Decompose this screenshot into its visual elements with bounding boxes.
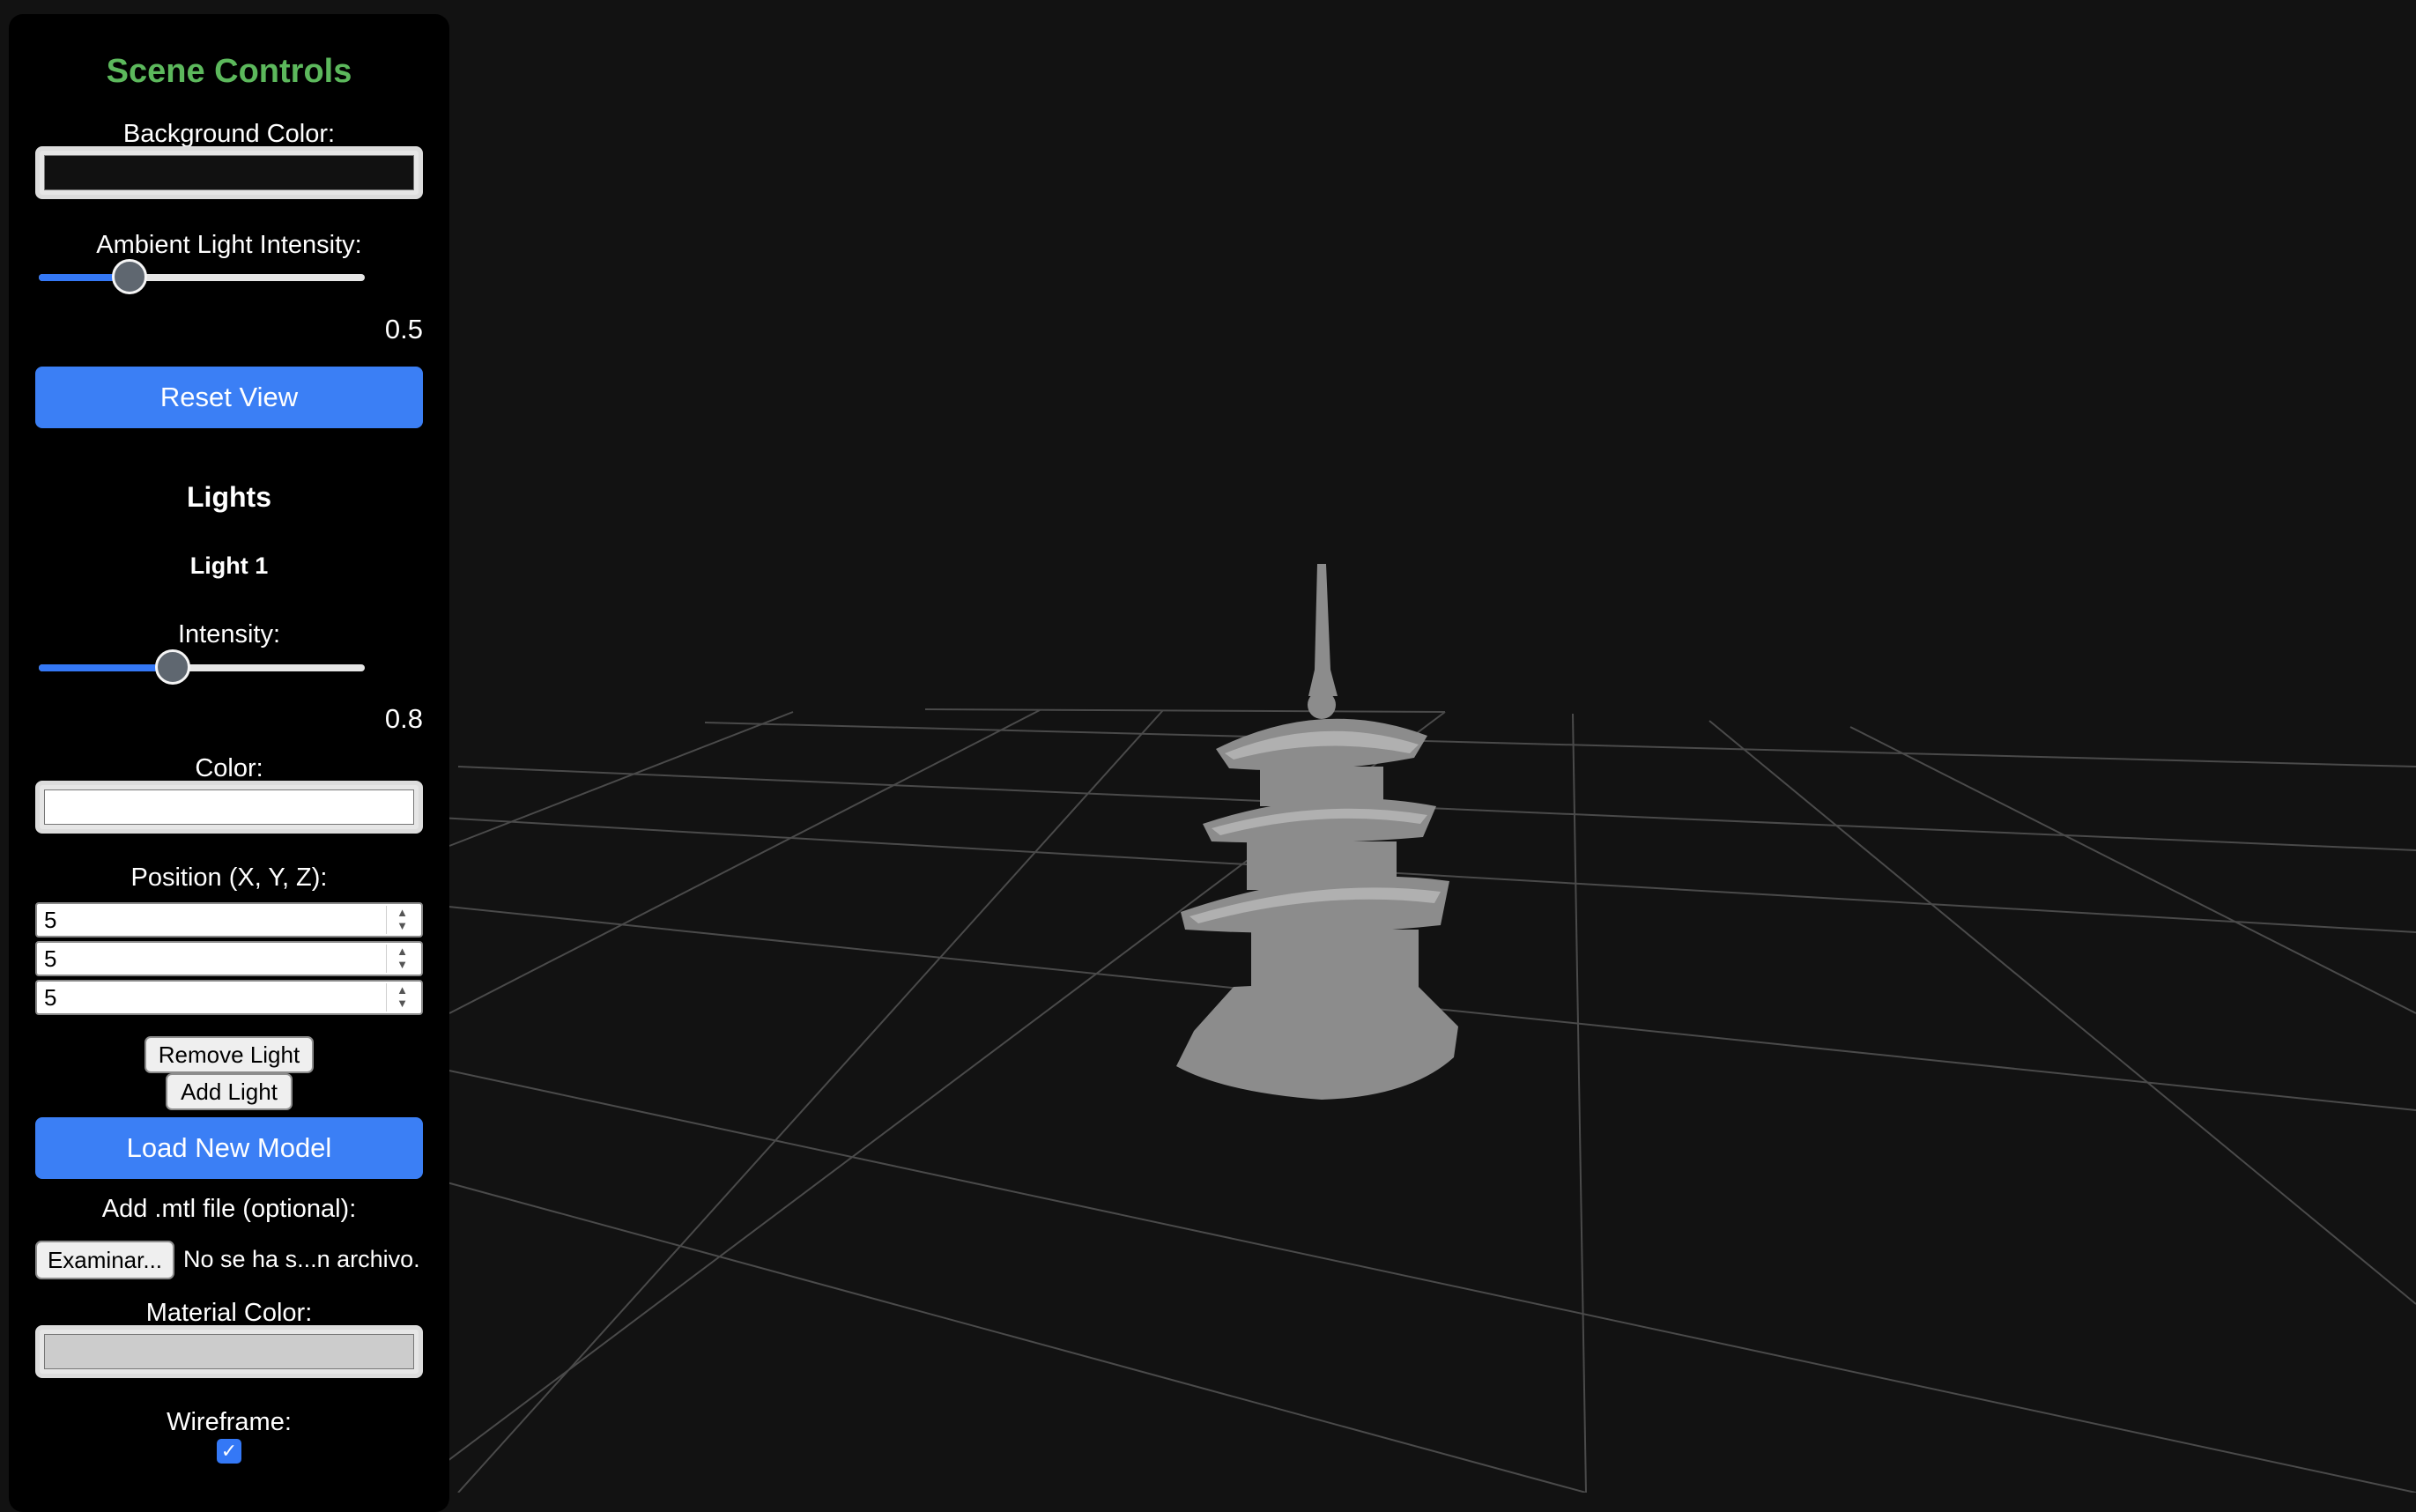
light-position-z-input[interactable]: 5 ▲ ▼ xyxy=(35,980,423,1015)
background-color-fill xyxy=(44,155,414,190)
light-color-picker[interactable] xyxy=(35,781,423,834)
spinner-icon[interactable]: ▲ ▼ xyxy=(386,983,418,1012)
light-position-x-value: 5 xyxy=(44,907,57,933)
light-position-x-input[interactable]: 5 ▲ ▼ xyxy=(35,902,423,938)
scene-controls-panel: Scene Controls Background Color: Ambient… xyxy=(9,14,449,1512)
browse-file-button[interactable]: Examinar... xyxy=(35,1241,174,1279)
panel-title: Scene Controls xyxy=(106,53,352,90)
spinner-icon[interactable]: ▲ ▼ xyxy=(386,906,418,934)
mtl-file-label: Add .mtl file (optional): xyxy=(101,1195,357,1223)
ambient-light-slider[interactable] xyxy=(39,259,365,294)
wireframe-checkbox[interactable]: ✓ xyxy=(217,1439,241,1464)
light-position-label: Position (X, Y, Z): xyxy=(130,863,328,892)
wireframe-label: Wireframe: xyxy=(167,1408,292,1436)
light-color-fill xyxy=(44,789,414,825)
light-title: Light 1 xyxy=(189,552,269,579)
lights-section-title: Lights xyxy=(187,481,271,513)
light-intensity-slider[interactable] xyxy=(39,649,365,685)
background-color-picker[interactable] xyxy=(35,146,423,199)
light-position-y-value: 5 xyxy=(44,945,57,972)
material-color-fill xyxy=(44,1334,414,1369)
background-color-label: Background Color: xyxy=(122,120,336,148)
spinner-icon[interactable]: ▲ ▼ xyxy=(386,945,418,973)
remove-light-button[interactable]: Remove Light xyxy=(145,1036,314,1073)
file-status-text: No se ha s...n archivo. xyxy=(183,1246,420,1272)
light-intensity-slider-fill xyxy=(39,664,173,671)
light-intensity-slider-thumb[interactable] xyxy=(155,649,190,685)
mtl-file-input[interactable]: Examinar... No se ha s...n archivo. xyxy=(35,1241,441,1279)
load-new-model-button[interactable]: Load New Model xyxy=(35,1117,423,1179)
ambient-light-slider-thumb[interactable] xyxy=(112,259,147,294)
light-intensity-value: 0.8 xyxy=(384,703,423,734)
reset-view-button[interactable]: Reset View xyxy=(35,367,423,428)
ambient-light-value: 0.5 xyxy=(384,314,423,345)
add-light-button[interactable]: Add Light xyxy=(166,1073,293,1110)
checkmark-icon: ✓ xyxy=(220,1440,238,1462)
material-color-picker[interactable] xyxy=(35,1325,423,1378)
light-intensity-label: Intensity: xyxy=(177,620,281,649)
light-position-y-input[interactable]: 5 ▲ ▼ xyxy=(35,941,423,976)
light-position-z-value: 5 xyxy=(44,984,57,1011)
ambient-light-label: Ambient Light Intensity: xyxy=(96,231,362,259)
light-color-label: Color: xyxy=(195,754,263,782)
material-color-label: Material Color: xyxy=(145,1299,313,1327)
